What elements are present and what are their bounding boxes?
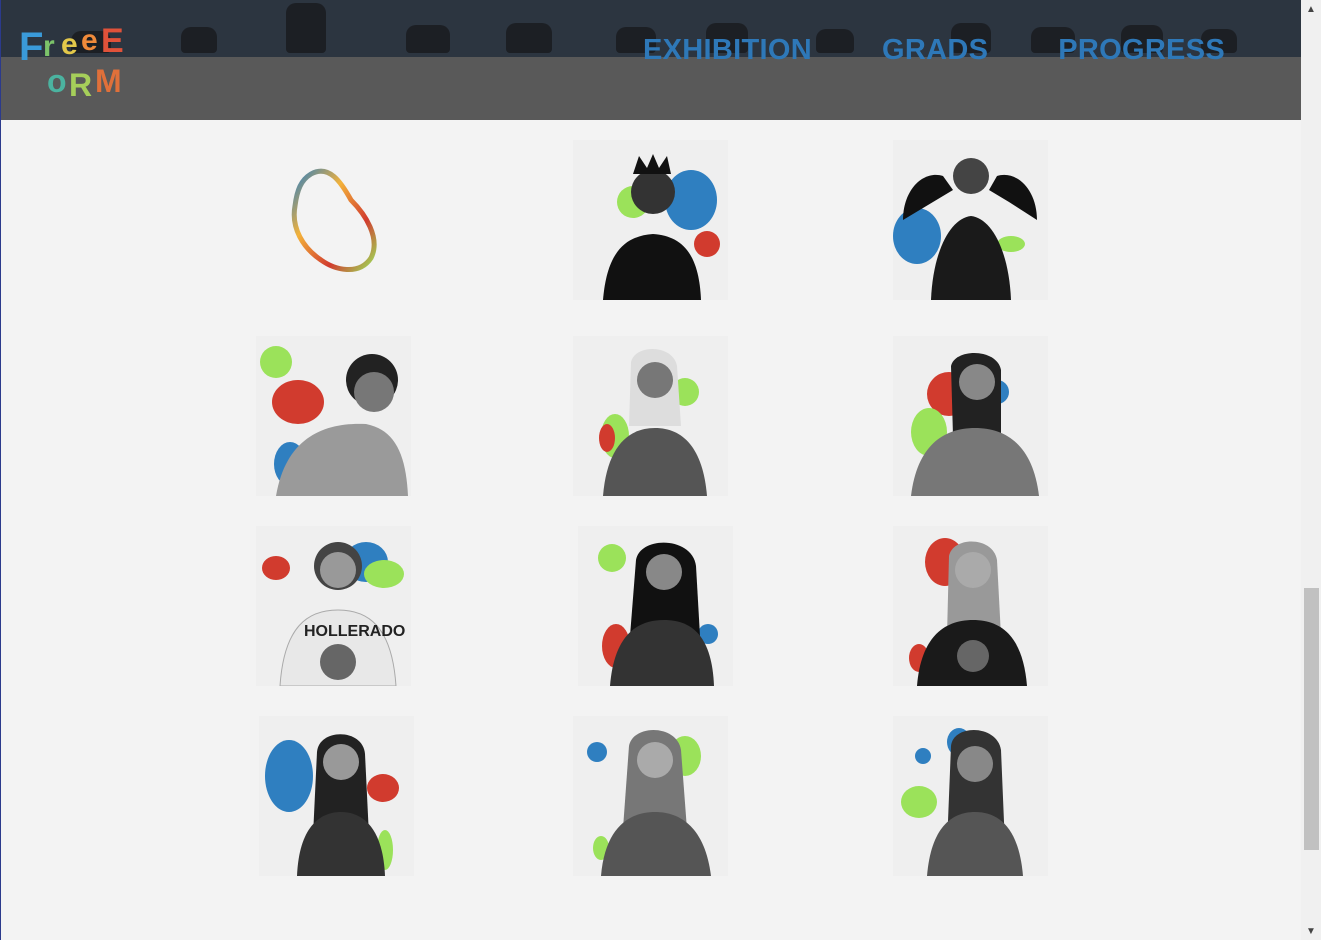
svg-text:o: o bbox=[47, 63, 67, 98]
svg-text:HOLLERADO: HOLLERADO bbox=[304, 623, 405, 640]
grad-portrait[interactable] bbox=[893, 336, 1048, 496]
svg-text:M: M bbox=[95, 63, 122, 98]
nav-grads[interactable]: GRADS bbox=[882, 34, 988, 67]
nav-progress[interactable]: PROGRESS bbox=[1058, 34, 1225, 67]
svg-text:F: F bbox=[19, 25, 43, 69]
grad-portrait[interactable] bbox=[578, 526, 733, 686]
main-nav: EXHIBITION GRADS PROGRESS bbox=[643, 34, 1225, 67]
svg-text:R: R bbox=[69, 67, 92, 98]
grad-portrait[interactable] bbox=[573, 140, 728, 300]
grad-portrait[interactable] bbox=[259, 716, 414, 876]
freeform-blob-logo[interactable] bbox=[259, 142, 414, 302]
grad-portrait[interactable] bbox=[893, 140, 1048, 300]
scrollbar-thumb[interactable] bbox=[1304, 588, 1319, 850]
scroll-down-arrow-icon[interactable]: ▼ bbox=[1301, 922, 1321, 940]
vertical-scrollbar[interactable]: ▲ ▼ bbox=[1301, 0, 1321, 940]
svg-text:E: E bbox=[101, 22, 124, 60]
grad-portrait[interactable] bbox=[893, 526, 1048, 686]
svg-text:r: r bbox=[43, 30, 55, 63]
grad-portrait[interactable]: HOLLERADO bbox=[256, 526, 411, 686]
svg-text:e: e bbox=[81, 24, 98, 57]
nav-exhibition[interactable]: EXHIBITION bbox=[643, 34, 812, 67]
scroll-up-arrow-icon[interactable]: ▲ bbox=[1301, 0, 1321, 18]
grad-portrait[interactable] bbox=[573, 716, 728, 876]
site-header: F r e e E o R M EXHIBITION GRADS PROGRES… bbox=[1, 0, 1301, 120]
grad-portrait[interactable] bbox=[256, 336, 411, 496]
grad-portrait[interactable] bbox=[893, 716, 1048, 876]
grad-portrait[interactable] bbox=[573, 336, 728, 496]
freeform-logo[interactable]: F r e e E o R M bbox=[17, 22, 135, 103]
svg-text:e: e bbox=[61, 28, 78, 61]
page: F r e e E o R M EXHIBITION GRADS PROGRES… bbox=[0, 0, 1321, 940]
